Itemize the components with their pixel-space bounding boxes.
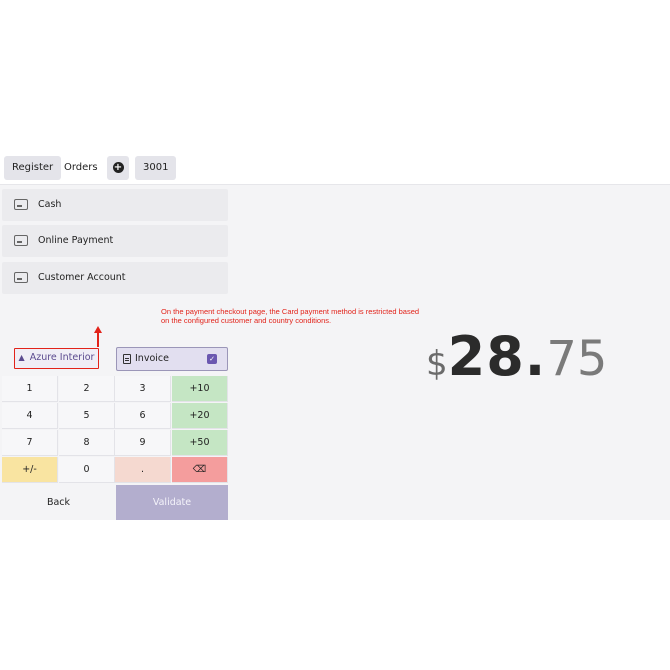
invoice-toggle[interactable]: Invoice ✓: [116, 347, 228, 371]
numpad-key-decimal[interactable]: .: [115, 457, 171, 483]
payment-method-customer-account[interactable]: Customer Account: [2, 262, 228, 294]
payment-method-online[interactable]: Online Payment: [2, 225, 228, 257]
back-button[interactable]: Back: [2, 485, 115, 520]
plus-icon: +: [112, 162, 124, 173]
numpad-key-8[interactable]: 8: [59, 430, 115, 456]
new-order-button[interactable]: +: [107, 156, 129, 180]
account-icon: [14, 272, 28, 283]
numpad-key-2[interactable]: 2: [59, 376, 115, 402]
amount-decimal: 75: [546, 331, 608, 387]
backspace-icon[interactable]: ⌫: [172, 457, 228, 483]
top-navigation: Register Orders + 3001: [0, 154, 670, 182]
currency-symbol: $: [426, 344, 448, 384]
numpad-key-plus10[interactable]: +10: [172, 376, 228, 402]
numpad-key-4[interactable]: 4: [2, 403, 58, 429]
numpad-key-0[interactable]: 0: [59, 457, 115, 483]
order-tab-3001[interactable]: 3001: [135, 156, 177, 180]
numpad-key-9[interactable]: 9: [115, 430, 171, 456]
invoice-label: Invoice: [135, 353, 169, 364]
numpad-key-6[interactable]: 6: [115, 403, 171, 429]
total-amount: $28.75: [426, 325, 608, 388]
cash-icon: [14, 199, 28, 210]
payment-method-label: Online Payment: [38, 235, 114, 246]
checkbox-checked-icon[interactable]: ✓: [207, 354, 217, 364]
numpad-key-5[interactable]: 5: [59, 403, 115, 429]
user-icon: ▲: [18, 353, 25, 362]
numpad-key-1[interactable]: 1: [2, 376, 58, 402]
customer-label: Azure Interior: [29, 352, 95, 363]
payment-method-label: Customer Account: [38, 272, 126, 283]
card-icon: [14, 235, 28, 246]
numpad-key-7[interactable]: 7: [2, 430, 58, 456]
numpad-key-3[interactable]: 3: [115, 376, 171, 402]
customer-button[interactable]: ▲ Azure Interior: [14, 348, 99, 369]
numpad-key-plus50[interactable]: +50: [172, 430, 228, 456]
payment-screen: Cash Online Payment Customer Account On …: [0, 184, 670, 520]
tab-orders[interactable]: Orders: [56, 156, 106, 180]
validate-button[interactable]: Validate: [116, 485, 228, 520]
annotation-arrow-line: [97, 332, 99, 347]
document-icon: [123, 354, 131, 364]
payment-method-cash[interactable]: Cash: [2, 189, 228, 221]
payment-method-label: Cash: [38, 199, 62, 210]
annotation-note: On the payment checkout page, the Card p…: [161, 307, 420, 325]
numpad-key-plus20[interactable]: +20: [172, 403, 228, 429]
amount-integer: 28.: [447, 325, 547, 388]
tab-register[interactable]: Register: [4, 156, 62, 180]
numpad-key-toggle-sign[interactable]: +/-: [2, 457, 58, 483]
